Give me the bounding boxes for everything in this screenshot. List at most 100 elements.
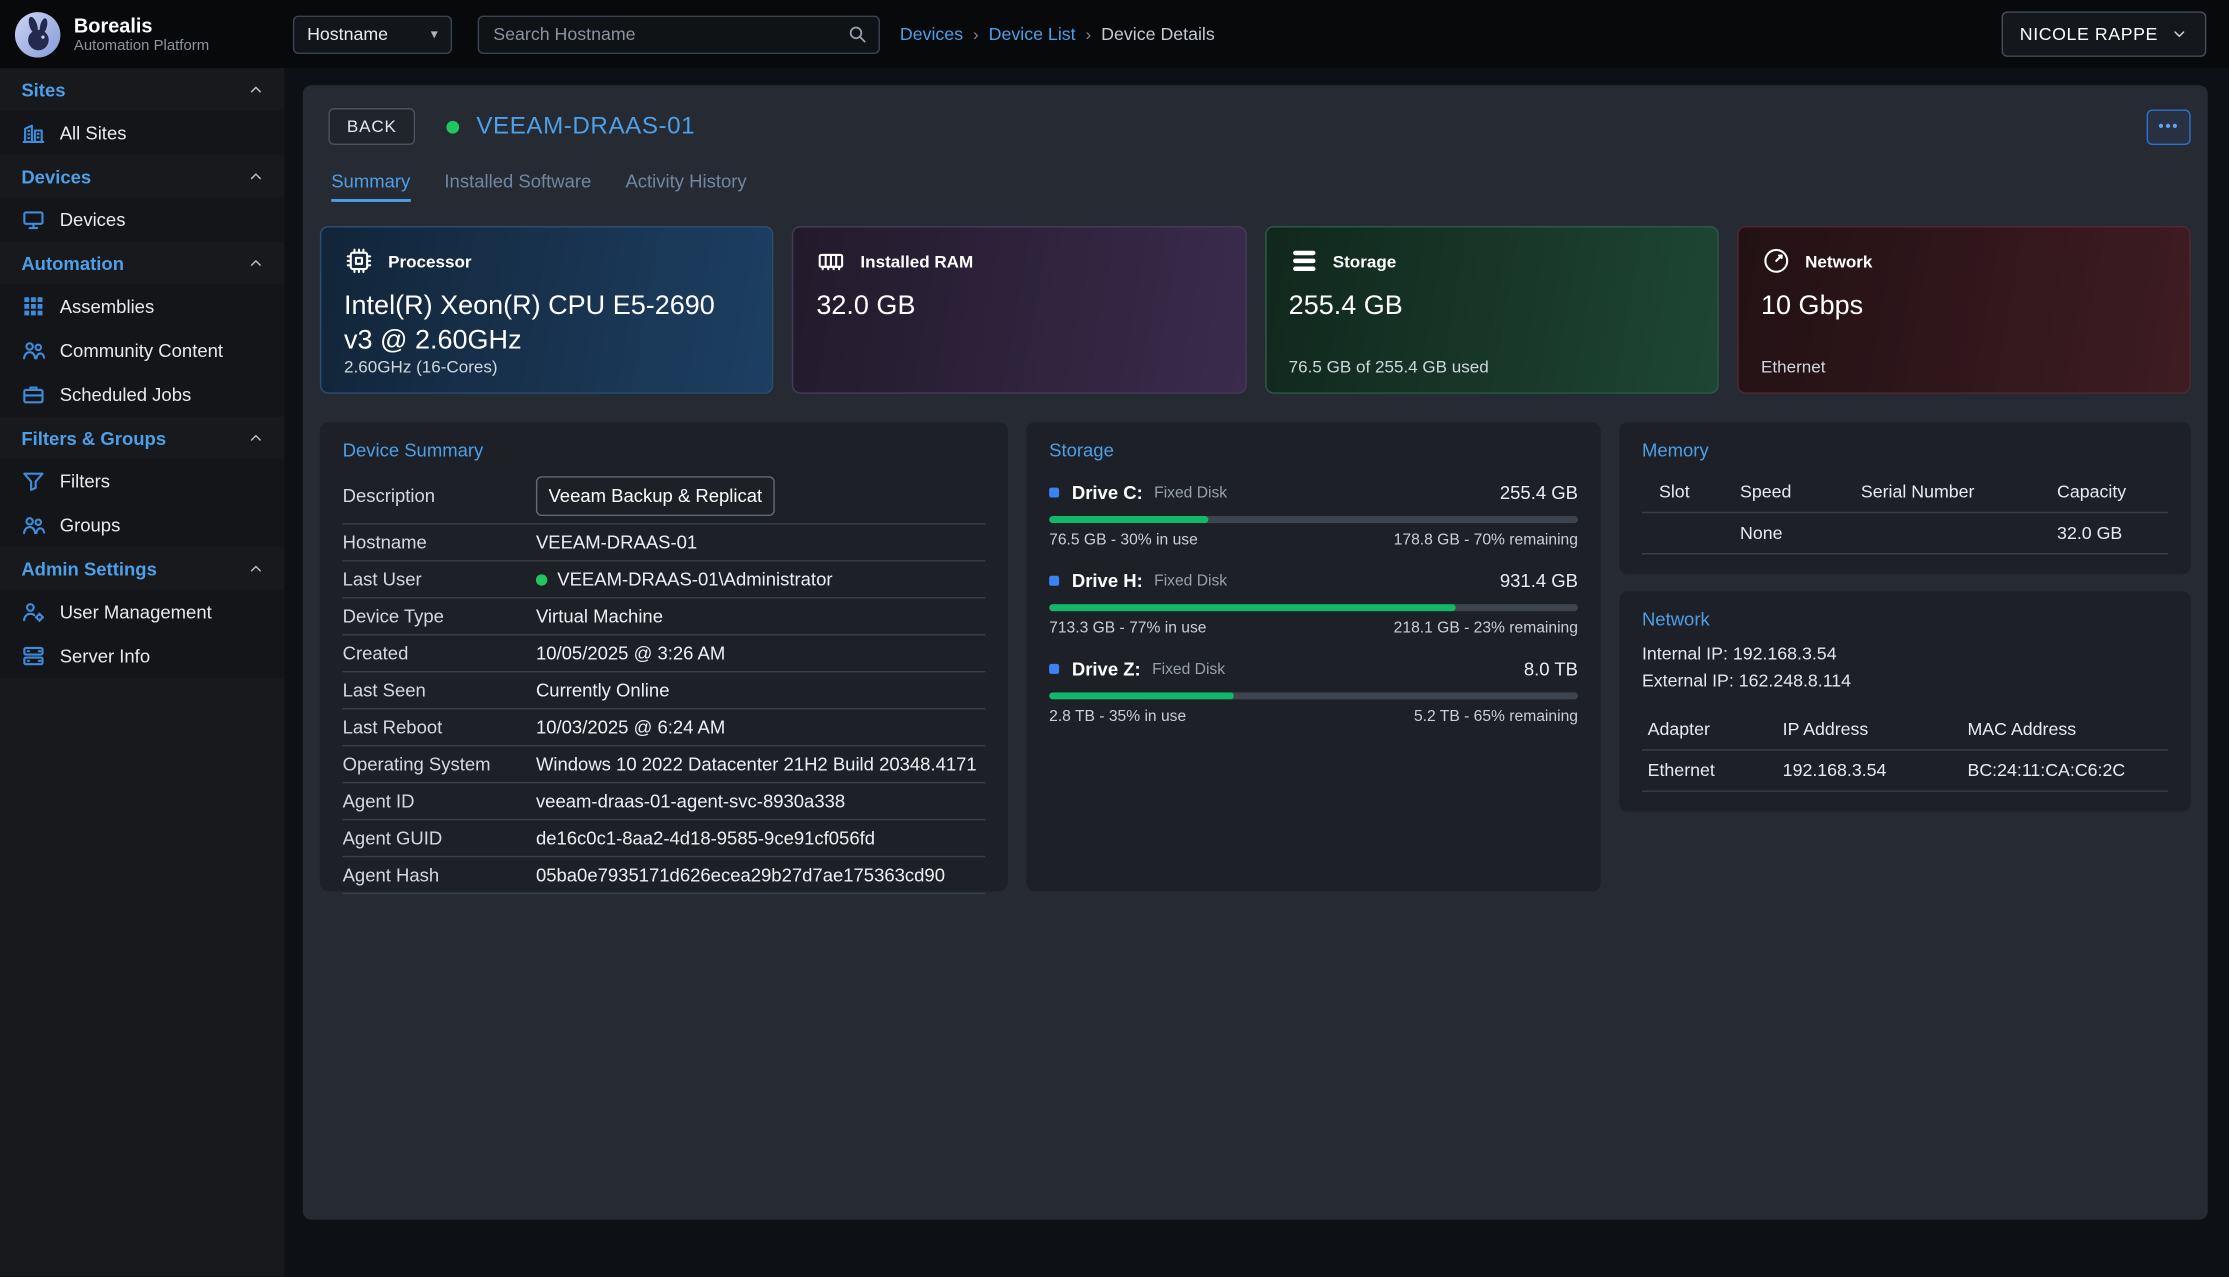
table-header: Adapter [1648,719,1783,739]
summary-row-label: Agent GUID [343,827,536,848]
sidebar-item-assemblies[interactable]: Assemblies [0,284,284,328]
drive-name: Drive C: [1072,482,1143,503]
people-icon [21,513,45,537]
table-header: MAC Address [1967,719,2167,739]
drive-used-text: 76.5 GB - 30% in use [1049,532,1198,549]
tab-activity-history[interactable]: Activity History [625,171,746,202]
stat-card-network: Network 10 Gbps Ethernet [1737,226,2191,394]
sidebar-section-filters-groups[interactable]: Filters & Groups [0,417,284,460]
summary-row-value: VEEAM-DRAAS-01\Administrator [536,569,985,590]
stat-card-footer: 2.60GHz (16-Cores) [344,357,498,377]
summary-row-value: Windows 10 2022 Datacenter 21H2 Build 20… [536,753,985,774]
chevron-up-icon [247,254,264,271]
caret-down-icon: ▾ [431,26,438,42]
server-icon [21,644,45,668]
stat-card-processor: Processor Intel(R) Xeon(R) CPU E5-2690 v… [320,226,774,394]
summary-row-created: Created10/05/2025 @ 3:26 AM [343,635,986,672]
breadcrumb-separator: › [1086,24,1092,44]
summary-value-text: Windows 10 2022 Datacenter 21H2 Build 20… [536,753,977,774]
sidebar-section-label: Automation [21,252,124,273]
summary-row-value: 05ba0e7935171d626ecea29b27d7ae175363cd90 [536,864,985,885]
table-cell: BC:24:11:CA:C6:2C [1967,760,2167,780]
sidebar-item-groups[interactable]: Groups [0,503,284,547]
sidebar-item-label: Assemblies [60,296,154,317]
sidebar-section-devices[interactable]: Devices [0,155,284,198]
sidebar-section-label: Devices [21,166,91,187]
sidebar-item-label: Filters [60,471,110,492]
breadcrumb: Devices › Device List › Device Details [900,24,1215,44]
drive-type: Fixed Disk [1154,484,1227,501]
sidebar-item-scheduled-jobs[interactable]: Scheduled Jobs [0,372,284,416]
sidebar-item-filters[interactable]: Filters [0,459,284,503]
sidebar-section-automation[interactable]: Automation [0,242,284,285]
storage-panel: Storage Drive C:Fixed Disk255.4 GB76.5 G… [1026,422,1600,891]
gauge-icon [1761,246,1791,276]
monitor-icon [21,208,45,232]
drive-header: Drive Z:Fixed Disk8.0 TB [1049,658,1578,679]
device-title: VEEAM-DRAAS-01 [476,112,695,140]
summary-row-agent-guid: Agent GUIDde16c0c1-8aa2-4d18-9585-9ce91c… [343,820,986,857]
summary-value-text: 10/03/2025 @ 6:24 AM [536,716,725,737]
table-header: Slot [1659,482,1740,502]
sidebar-item-label: Server Info [60,645,150,666]
tab-installed-software[interactable]: Installed Software [444,171,591,202]
breadcrumb-current: Device Details [1101,24,1215,44]
network-panel: Network Internal IP: 192.168.3.54 Extern… [1619,591,2190,811]
summary-value-text: Currently Online [536,680,670,701]
memory-table: SlotSpeedSerial NumberCapacityNone32.0 G… [1642,472,2168,554]
ip-block: Internal IP: 192.168.3.54 External IP: 1… [1642,641,2168,696]
drive-drive-z: Drive Z:Fixed Disk8.0 TB2.8 TB - 35% in … [1049,658,1578,725]
table-cell: None [1740,523,1861,543]
summary-value-text: VEEAM-DRAAS-01\Administrator [557,569,832,590]
breadcrumb-link-device-list[interactable]: Device List [989,24,1076,44]
summary-row-label: Agent Hash [343,864,536,885]
drive-stats: 76.5 GB - 30% in use178.8 GB - 70% remai… [1049,532,1578,549]
summary-value-text: de16c0c1-8aa2-4d18-9585-9ce91cf056fd [536,827,875,848]
summary-row-value [536,476,985,516]
summary-value-text: 05ba0e7935171d626ecea29b27d7ae175363cd90 [536,864,945,885]
chevron-up-icon [247,560,264,577]
user-menu-button[interactable]: NICOLE RAPPE [2001,11,2206,56]
stat-card-value: 255.4 GB [1289,290,1695,325]
table-header: IP Address [1783,719,1968,739]
sidebar-item-server-info[interactable]: Server Info [0,634,284,678]
sidebar-section-admin-settings[interactable]: Admin Settings [0,547,284,590]
summary-row-value: VEEAM-DRAAS-01 [536,532,985,553]
table-cell: 192.168.3.54 [1783,760,1968,780]
ram-icon [816,246,846,276]
summary-row-agent-hash: Agent Hash05ba0e7935171d626ecea29b27d7ae… [343,857,986,894]
search-input[interactable] [490,23,847,46]
table-cell: 32.0 GB [2057,523,2168,543]
summary-row-label: Last Reboot [343,716,536,737]
external-ip: External IP: 162.248.8.114 [1642,669,2168,697]
summary-row-value: 10/03/2025 @ 6:24 AM [536,716,985,737]
sidebar-item-user-management[interactable]: User Management [0,590,284,634]
cpu-icon [344,246,374,276]
breadcrumb-separator: › [973,24,979,44]
drive-usage-bar [1049,604,1578,611]
internal-ip: Internal IP: 192.168.3.54 [1642,641,2168,669]
table-row: Ethernet192.168.3.54BC:24:11:CA:C6:2C [1642,750,2168,791]
tab-summary[interactable]: Summary [331,171,410,202]
back-button[interactable]: BACK [328,108,415,145]
description-input[interactable] [536,476,775,516]
network-table: AdapterIP AddressMAC Address Ethernet192.… [1642,709,2168,791]
drive-drive-c: Drive C:Fixed Disk255.4 GB76.5 GB - 30% … [1049,482,1578,549]
summary-row-label: Created [343,643,536,664]
drive-size: 931.4 GB [1500,570,1578,591]
summary-row-agent-id: Agent IDveeam-draas-01-agent-svc-8930a33… [343,783,986,820]
sidebar-item-all-sites[interactable]: All Sites [0,111,284,155]
more-options-button[interactable]: ••• [2147,109,2191,145]
sidebar-item-community-content[interactable]: Community Content [0,328,284,372]
sidebar-item-devices[interactable]: Devices [0,198,284,242]
panel-title: Memory [1642,439,2168,460]
sidebar-item-label: Scheduled Jobs [60,384,192,405]
stat-card-label: Installed RAM [860,251,973,271]
drive-bullet-icon [1049,576,1059,586]
filter-icon [21,469,45,493]
breadcrumb-link-devices[interactable]: Devices [900,24,963,44]
sidebar-section-sites[interactable]: Sites [0,68,284,111]
summary-row-label: Last User [343,569,536,590]
hostname-filter-select[interactable]: Hostname ▾ [293,15,452,53]
summary-row-last-reboot: Last Reboot10/03/2025 @ 6:24 AM [343,709,986,746]
